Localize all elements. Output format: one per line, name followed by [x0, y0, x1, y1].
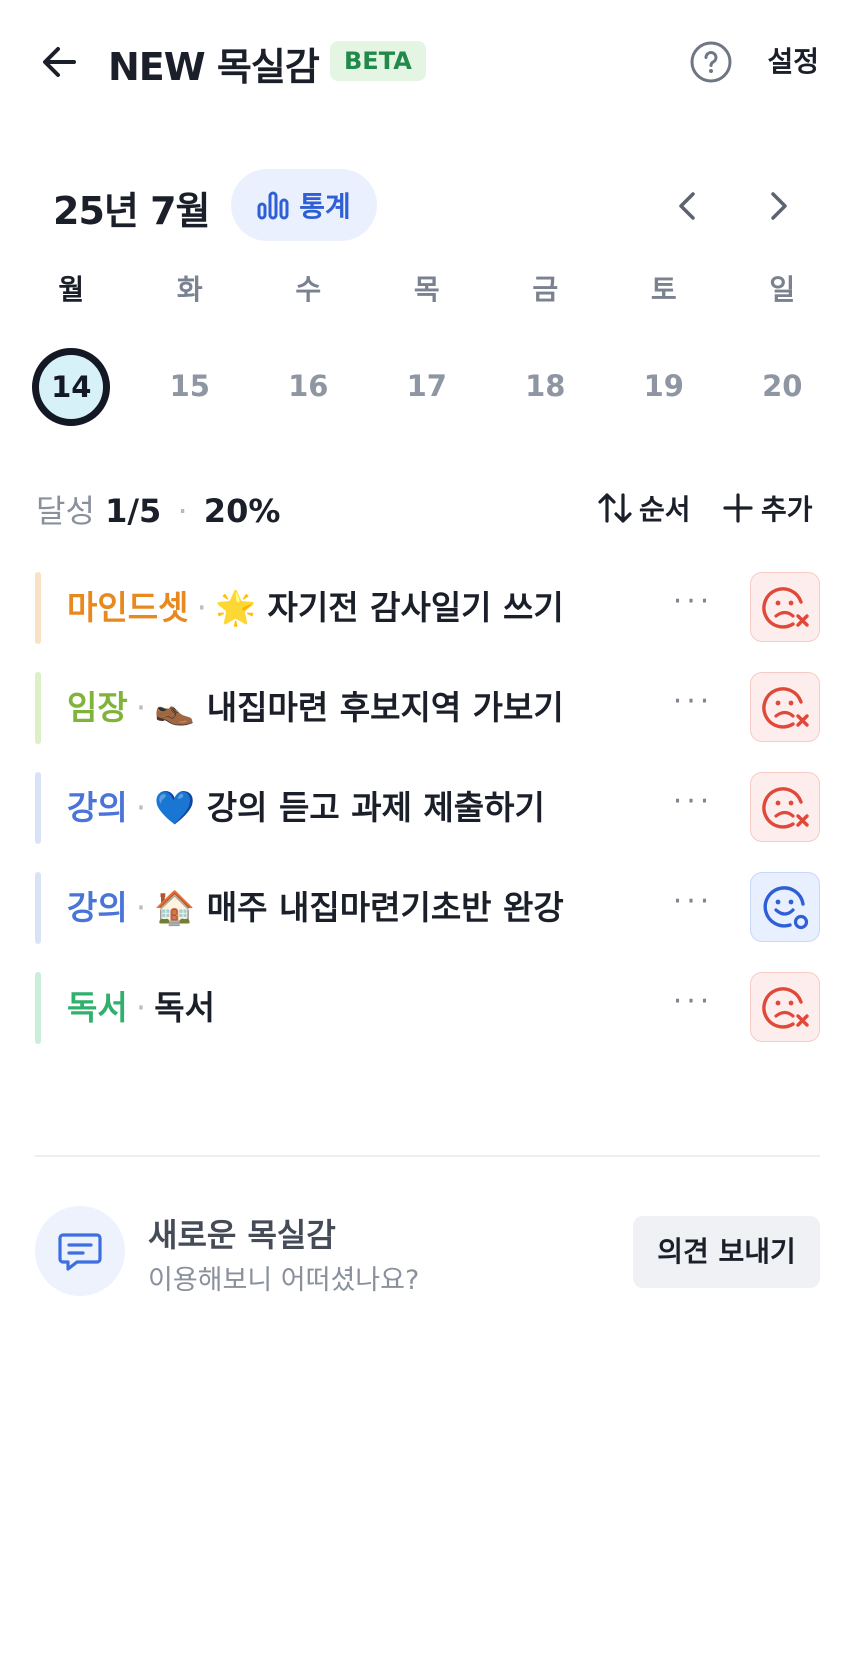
- task-category: 독서: [67, 988, 128, 1027]
- task-separator: ·: [135, 688, 147, 727]
- day-column-mon[interactable]: 월 14: [12, 270, 131, 426]
- sad-face-fail-icon: [762, 587, 809, 629]
- task-status-button[interactable]: [750, 572, 820, 642]
- sad-face-fail-icon: [762, 787, 809, 829]
- weekday-label: 토: [650, 273, 677, 306]
- task-status-button[interactable]: [750, 672, 820, 742]
- stats-label: 통계: [299, 190, 351, 223]
- sad-face-fail-icon: [762, 987, 809, 1029]
- day-column-tue[interactable]: 화 15: [131, 270, 250, 424]
- task-title: 🏠 매주 내집마련기초반 완강: [154, 888, 564, 927]
- order-button[interactable]: 순서: [597, 488, 691, 528]
- chevron-right-icon: [771, 192, 787, 220]
- day-column-wed[interactable]: 수 16: [249, 270, 368, 424]
- add-label: 추가: [761, 493, 813, 526]
- task-category: 강의: [67, 788, 128, 827]
- feedback-title: 새로운 목실감: [148, 1216, 336, 1254]
- help-button[interactable]: [689, 40, 733, 84]
- settings-button[interactable]: 설정: [767, 42, 819, 82]
- task-text: 독서 · 독서: [67, 972, 215, 1044]
- task-status-button[interactable]: [750, 972, 820, 1042]
- task-separator: ·: [196, 588, 207, 627]
- back-button[interactable]: [38, 40, 82, 84]
- date-cell[interactable]: 19: [605, 348, 724, 424]
- progress-count: 1/5: [105, 492, 162, 530]
- task-category: 임장: [67, 688, 128, 727]
- task-title: 독서: [154, 988, 215, 1027]
- date-selected[interactable]: 14: [12, 348, 131, 426]
- stats-button[interactable]: 통계: [231, 169, 377, 241]
- task-status-button[interactable]: [750, 772, 820, 842]
- chevron-left-icon: [679, 192, 695, 220]
- task-more-button[interactable]: ···: [668, 872, 718, 944]
- task-category: 마인드셋: [67, 588, 189, 627]
- weekday-label: 목: [413, 273, 440, 306]
- task-category-bar: [35, 972, 41, 1044]
- task-status-button[interactable]: [750, 872, 820, 942]
- day-column-thu[interactable]: 목 17: [368, 270, 487, 424]
- month-label: 25년 7월: [53, 189, 210, 233]
- prev-week-button[interactable]: [668, 186, 708, 226]
- task-row[interactable]: 강의 · 💙 강의 듣고 과제 제출하기 ···: [35, 772, 820, 844]
- task-more-button[interactable]: ···: [668, 972, 718, 1044]
- order-label: 순서: [639, 493, 691, 526]
- task-text: 강의 · 🏠 매주 내집마련기초반 완강: [67, 872, 564, 944]
- beta-badge: BETA: [330, 41, 426, 81]
- day-column-fri[interactable]: 금 18: [486, 270, 605, 424]
- task-category-bar: [35, 572, 41, 644]
- weekday-label: 월: [58, 273, 85, 306]
- weekday-label: 일: [769, 273, 796, 306]
- day-column-sat[interactable]: 토 19: [605, 270, 724, 424]
- day-column-sun[interactable]: 일 20: [723, 270, 842, 424]
- progress-summary: 달성 1/5 · 20%: [36, 486, 280, 532]
- sad-face-fail-icon: [762, 687, 809, 729]
- task-title: 👞 내집마련 후보지역 가보기: [154, 688, 564, 727]
- progress-label: 달성: [36, 492, 95, 530]
- task-row[interactable]: 마인드셋 · 🌟 자기전 감사일기 쓰기 ···: [35, 572, 820, 644]
- task-separator: ·: [135, 988, 147, 1027]
- send-feedback-button[interactable]: 의견 보내기: [633, 1216, 820, 1288]
- date-cell[interactable]: 18: [486, 348, 605, 424]
- feedback-subtitle: 이용해보니 어떠셨나요?: [148, 1265, 420, 1296]
- date-cell[interactable]: 20: [723, 348, 842, 424]
- add-button[interactable]: 추가: [721, 488, 813, 528]
- task-category-bar: [35, 872, 41, 944]
- bar-chart-icon: [257, 191, 289, 220]
- task-more-button[interactable]: ···: [668, 672, 718, 744]
- task-text: 강의 · 💙 강의 듣고 과제 제출하기: [67, 772, 545, 844]
- task-category-bar: [35, 772, 41, 844]
- progress-percent: 20%: [203, 492, 281, 530]
- task-row[interactable]: 강의 · 🏠 매주 내집마련기초반 완강 ···: [35, 872, 820, 944]
- task-separator: ·: [135, 788, 147, 827]
- arrow-left-icon: [43, 47, 76, 77]
- task-more-button[interactable]: ···: [668, 572, 718, 644]
- task-category-bar: [35, 672, 41, 744]
- divider: [35, 1155, 820, 1157]
- weekday-label: 수: [295, 273, 322, 306]
- task-title: 💙 강의 듣고 과제 제출하기: [154, 788, 545, 827]
- task-title: 🌟 자기전 감사일기 쓰기: [214, 588, 564, 627]
- question-circle-icon: [690, 41, 732, 83]
- progress-separator: ·: [177, 492, 188, 530]
- chat-bubble-icon: [58, 1233, 102, 1271]
- weekday-label: 금: [532, 273, 559, 306]
- task-separator: ·: [135, 888, 147, 927]
- plus-icon: [723, 493, 753, 523]
- task-row[interactable]: 독서 · 독서 ···: [35, 972, 820, 1044]
- date-cell[interactable]: 17: [368, 348, 487, 424]
- sort-arrows-icon: [598, 493, 632, 523]
- page-title: NEW 목실감: [108, 45, 320, 89]
- task-category: 강의: [67, 888, 128, 927]
- weekday-label: 화: [176, 273, 203, 306]
- feedback-icon-wrap: [35, 1206, 125, 1296]
- task-text: 임장 · 👞 내집마련 후보지역 가보기: [67, 672, 564, 744]
- date-cell[interactable]: 16: [249, 348, 368, 424]
- next-week-button[interactable]: [758, 186, 798, 226]
- task-more-button[interactable]: ···: [668, 772, 718, 844]
- date-cell[interactable]: 15: [131, 348, 250, 424]
- task-row[interactable]: 임장 · 👞 내집마련 후보지역 가보기 ···: [35, 672, 820, 744]
- week-strip: 월 14 화 15 수 16 목 17 금 18 토 19 일 20: [12, 270, 842, 426]
- smile-face-success-icon: [763, 886, 809, 930]
- task-text: 마인드셋 · 🌟 자기전 감사일기 쓰기: [67, 572, 564, 644]
